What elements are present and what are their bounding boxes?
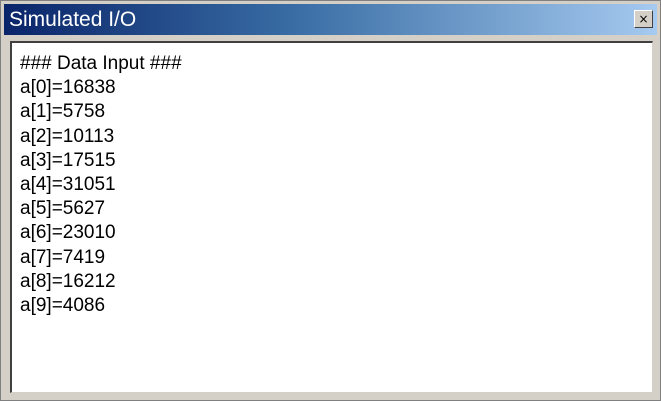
title-bar[interactable]: Simulated I/O × xyxy=(4,4,657,35)
simulated-io-window: Simulated I/O × ### Data Input ### a[0]=… xyxy=(0,0,661,401)
output-line: ### Data Input ### xyxy=(20,53,182,74)
output-text-area[interactable]: ### Data Input ### a[0]=16838 a[1]=5758 … xyxy=(10,41,653,393)
output-line: a[4]=31051 xyxy=(20,173,116,195)
output-line: a[5]=5627 xyxy=(20,198,106,220)
output-line: a[7]=7419 xyxy=(20,246,106,268)
window-title: Simulated I/O xyxy=(9,8,137,31)
close-button[interactable]: × xyxy=(634,10,653,28)
output-line: a[8]=16212 xyxy=(20,270,116,292)
output-line: a[2]=10113 xyxy=(20,125,115,147)
output-line: a[9]=4086 xyxy=(20,294,106,316)
output-line: a[0]=16838 xyxy=(20,77,116,99)
output-text: ### Data Input ### a[0]=16838 a[1]=5758 … xyxy=(20,52,648,388)
output-line: a[6]=23010 xyxy=(20,222,116,244)
output-line: a[3]=17515 xyxy=(20,149,116,171)
close-icon: × xyxy=(638,12,649,26)
output-line: a[1]=5758 xyxy=(20,101,106,123)
